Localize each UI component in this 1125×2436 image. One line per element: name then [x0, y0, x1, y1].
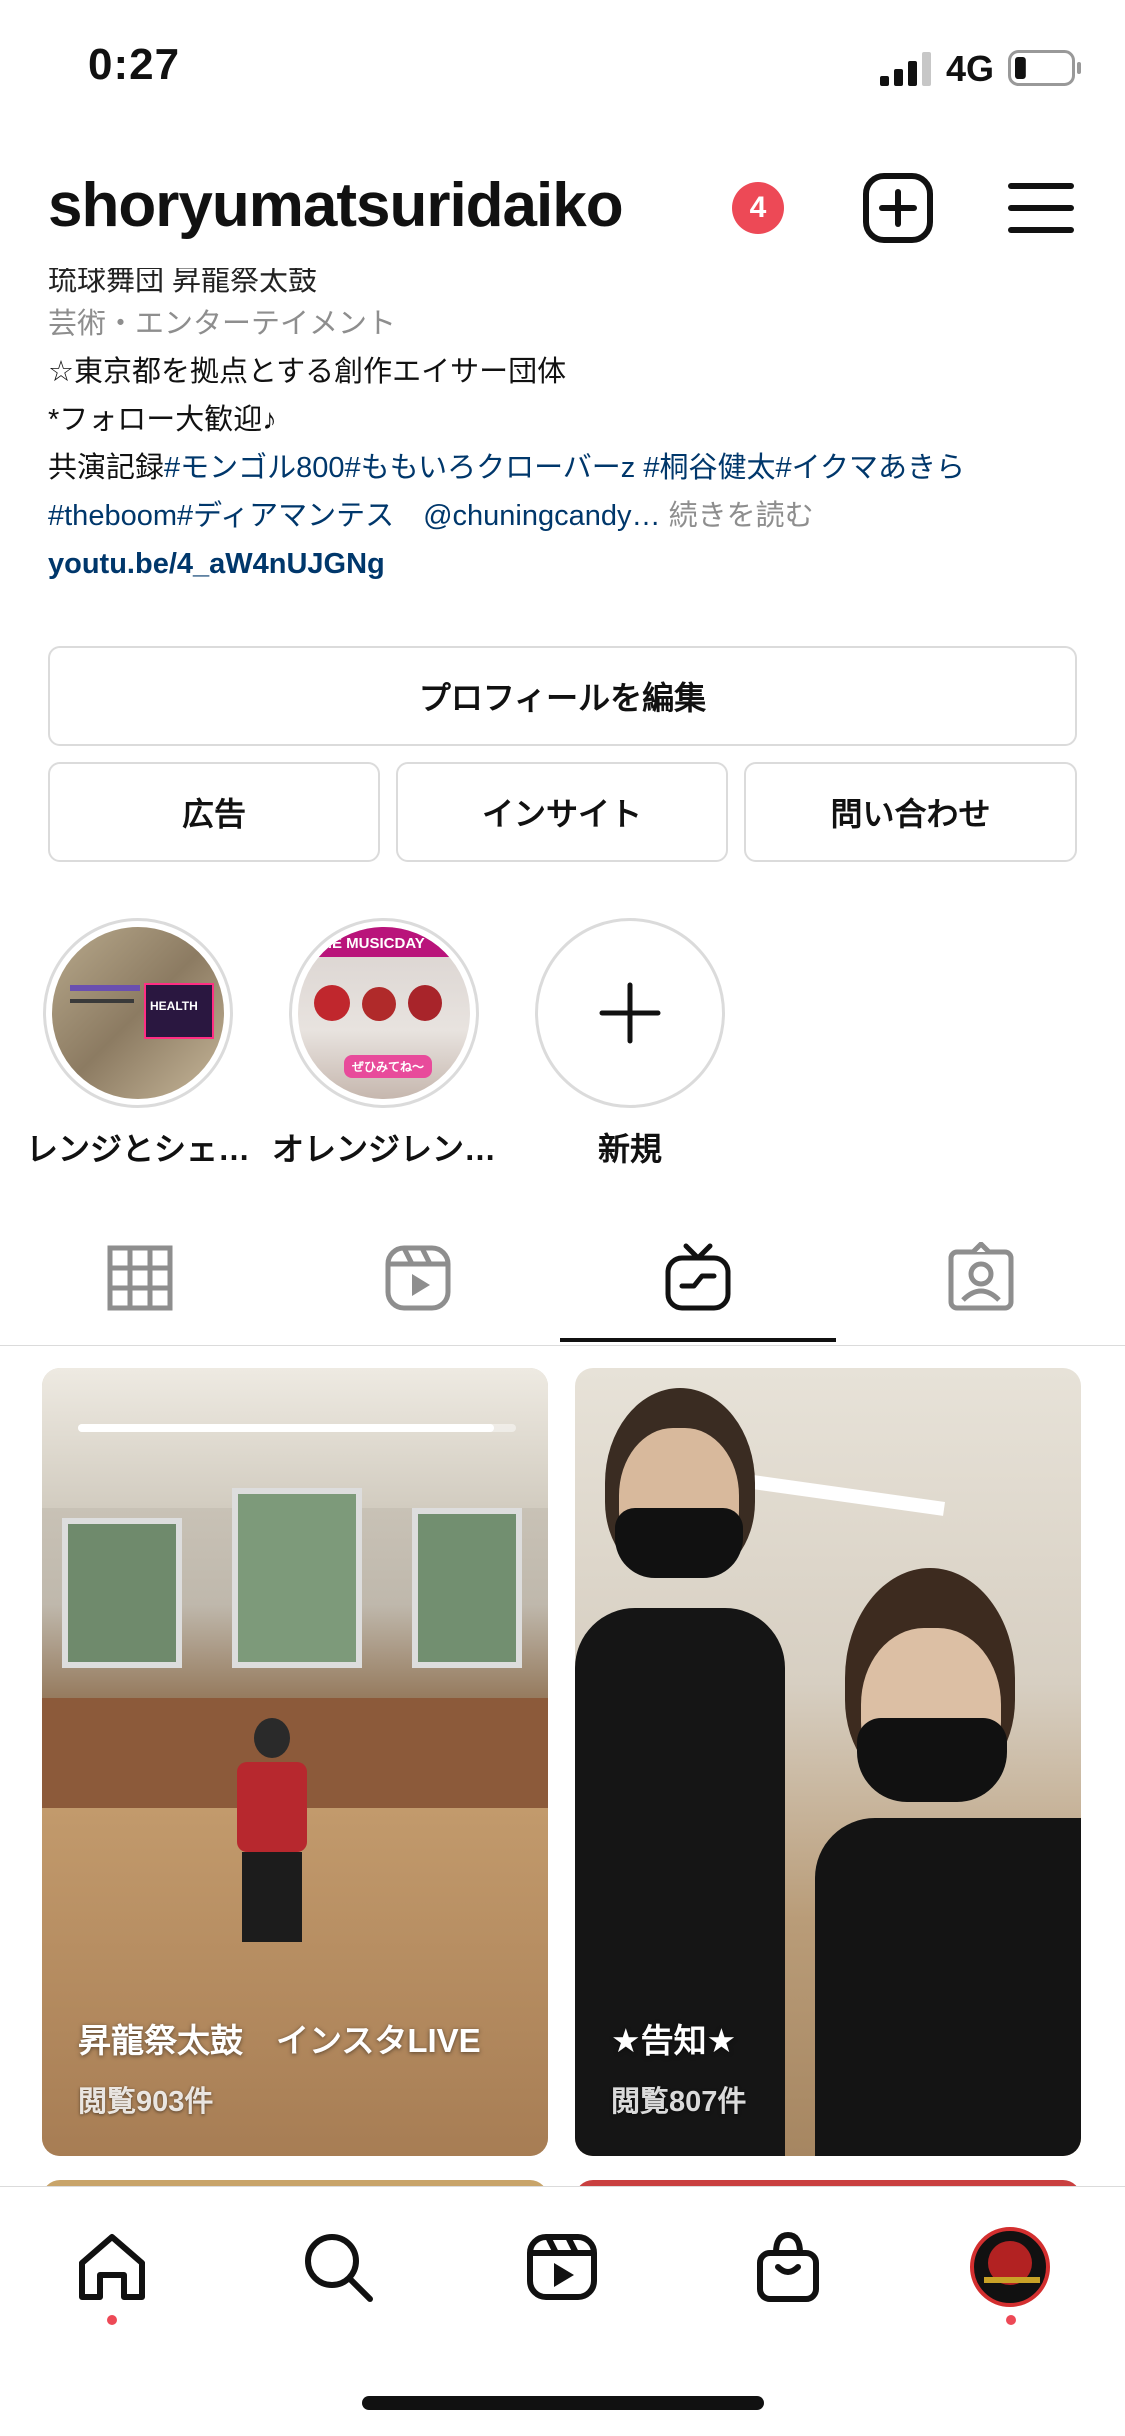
hashtag-links[interactable]: #モンゴル800#ももいろクローバーz #桐谷健太#イクマあきら — [164, 452, 965, 484]
profile-bio: 琉球舞団 昇龍祭太鼓 芸術・エンターテイメント ☆東京都を拠点とする創作エイサー… — [48, 268, 1078, 588]
video-view-count: 閲覧903件 — [78, 2086, 214, 2118]
highlight-thumbnail: THE MUSICDAY ぜひみてね〜 — [298, 927, 470, 1099]
hashtag-mention-links[interactable]: #theboom#ディアマンテス @chuningcandy… — [48, 500, 661, 532]
video-title: 昇龍祭太鼓 インスタLIVE — [78, 2022, 481, 2059]
highlight-thumb-text: THE MUSICDAY — [312, 935, 425, 952]
ads-button[interactable]: 広告 — [48, 762, 380, 862]
edit-profile-button[interactable]: プロフィールを編集 — [48, 646, 1077, 746]
profile-header: shoryumatsuridaiko 4 — [0, 160, 1125, 270]
profile-tabs — [0, 1228, 1125, 1346]
highlight-ring: THE MUSICDAY ぜひみてね〜 — [289, 918, 479, 1108]
bio-text: 共演記録 — [48, 452, 165, 484]
tagged-tab-icon[interactable] — [945, 1242, 1017, 1314]
story-highlight[interactable]: HEALTH レンジとシェ… — [26, 918, 250, 1170]
home-activity-dot — [107, 2315, 117, 2325]
igtv-video-card[interactable]: 昇龍祭太鼓 インスタLIVE 閲覧903件 — [42, 1368, 548, 2156]
profile-tab[interactable] — [970, 2227, 1050, 2307]
status-time: 0:27 — [88, 40, 181, 89]
profile-category: 芸術・エンターテイメント — [48, 308, 397, 340]
highlight-label: レンジとシェ… — [25, 1131, 250, 1167]
video-title: ★告知★ — [611, 2022, 737, 2059]
person-2 — [805, 1568, 1081, 2156]
home-icon[interactable] — [72, 2227, 152, 2307]
battery-icon — [1008, 50, 1081, 86]
performer — [237, 1718, 307, 1958]
plus-icon — [599, 982, 661, 1044]
highlight-thumb-caption: ぜひみてね〜 — [344, 1055, 433, 1078]
reels-tab-icon[interactable] — [382, 1242, 454, 1314]
highlight-label: オレンジレン… — [271, 1131, 496, 1167]
profile-activity-dot — [1006, 2315, 1016, 2325]
insights-button[interactable]: インサイト — [396, 762, 728, 862]
username-title[interactable]: shoryumatsuridaiko — [48, 170, 624, 241]
igtv-tab-icon[interactable] — [662, 1242, 734, 1314]
highlight-ring: HEALTH — [43, 918, 233, 1108]
profile-name: 琉球舞団 昇龍祭太鼓 — [48, 268, 318, 294]
highlight-thumbnail: HEALTH — [52, 927, 224, 1099]
signal-icon — [880, 52, 931, 86]
highlight-ring — [535, 918, 725, 1108]
video-progress-bar — [78, 1424, 516, 1432]
bio-line-3: 共演記録#モンゴル800#ももいろクローバーz #桐谷健太#イクマあきら — [48, 444, 1078, 492]
grid-tab-icon[interactable] — [104, 1242, 176, 1314]
create-post-icon[interactable] — [860, 170, 936, 246]
gym-window — [232, 1488, 362, 1668]
gym-window — [62, 1518, 182, 1668]
video-progress-fill — [78, 1424, 495, 1432]
contact-button[interactable]: 問い合わせ — [744, 762, 1077, 862]
read-more-link[interactable]: 続きを読む — [669, 500, 814, 532]
active-tab-indicator — [560, 1338, 836, 1342]
bio-line-4: #theboom#ディアマンテス @chuningcandy… 続きを読む — [48, 492, 1078, 540]
highlight-label: 新規 — [597, 1131, 662, 1167]
shop-icon[interactable] — [748, 2227, 828, 2307]
reels-icon[interactable] — [522, 2227, 602, 2307]
new-highlight-button[interactable]: 新規 — [530, 918, 730, 1170]
network-type: 4G — [946, 48, 995, 89]
igtv-video-card[interactable]: ★告知★ 閲覧807件 — [575, 1368, 1081, 2156]
avatar — [970, 2227, 1050, 2307]
notification-badge[interactable]: 4 — [732, 182, 784, 234]
story-highlight[interactable]: THE MUSICDAY ぜひみてね〜 オレンジレン… — [272, 918, 496, 1170]
gym-ceiling — [42, 1368, 548, 1508]
gym-window — [412, 1508, 522, 1668]
bio-line-1: ☆東京都を拠点とする創作エイサー団体 — [48, 356, 567, 388]
home-indicator — [362, 2396, 764, 2410]
search-icon[interactable] — [298, 2227, 378, 2307]
video-view-count: 閲覧807件 — [611, 2086, 747, 2118]
status-bar: 0:27 4G — [0, 0, 1125, 140]
bio-line-2: *フォロー大歓迎♪ — [48, 404, 277, 436]
menu-icon[interactable] — [1003, 170, 1079, 246]
highlight-thumb-text: HEALTH — [150, 999, 198, 1013]
website-link[interactable]: youtu.be/4_aW4nUJGNg — [48, 540, 1078, 588]
